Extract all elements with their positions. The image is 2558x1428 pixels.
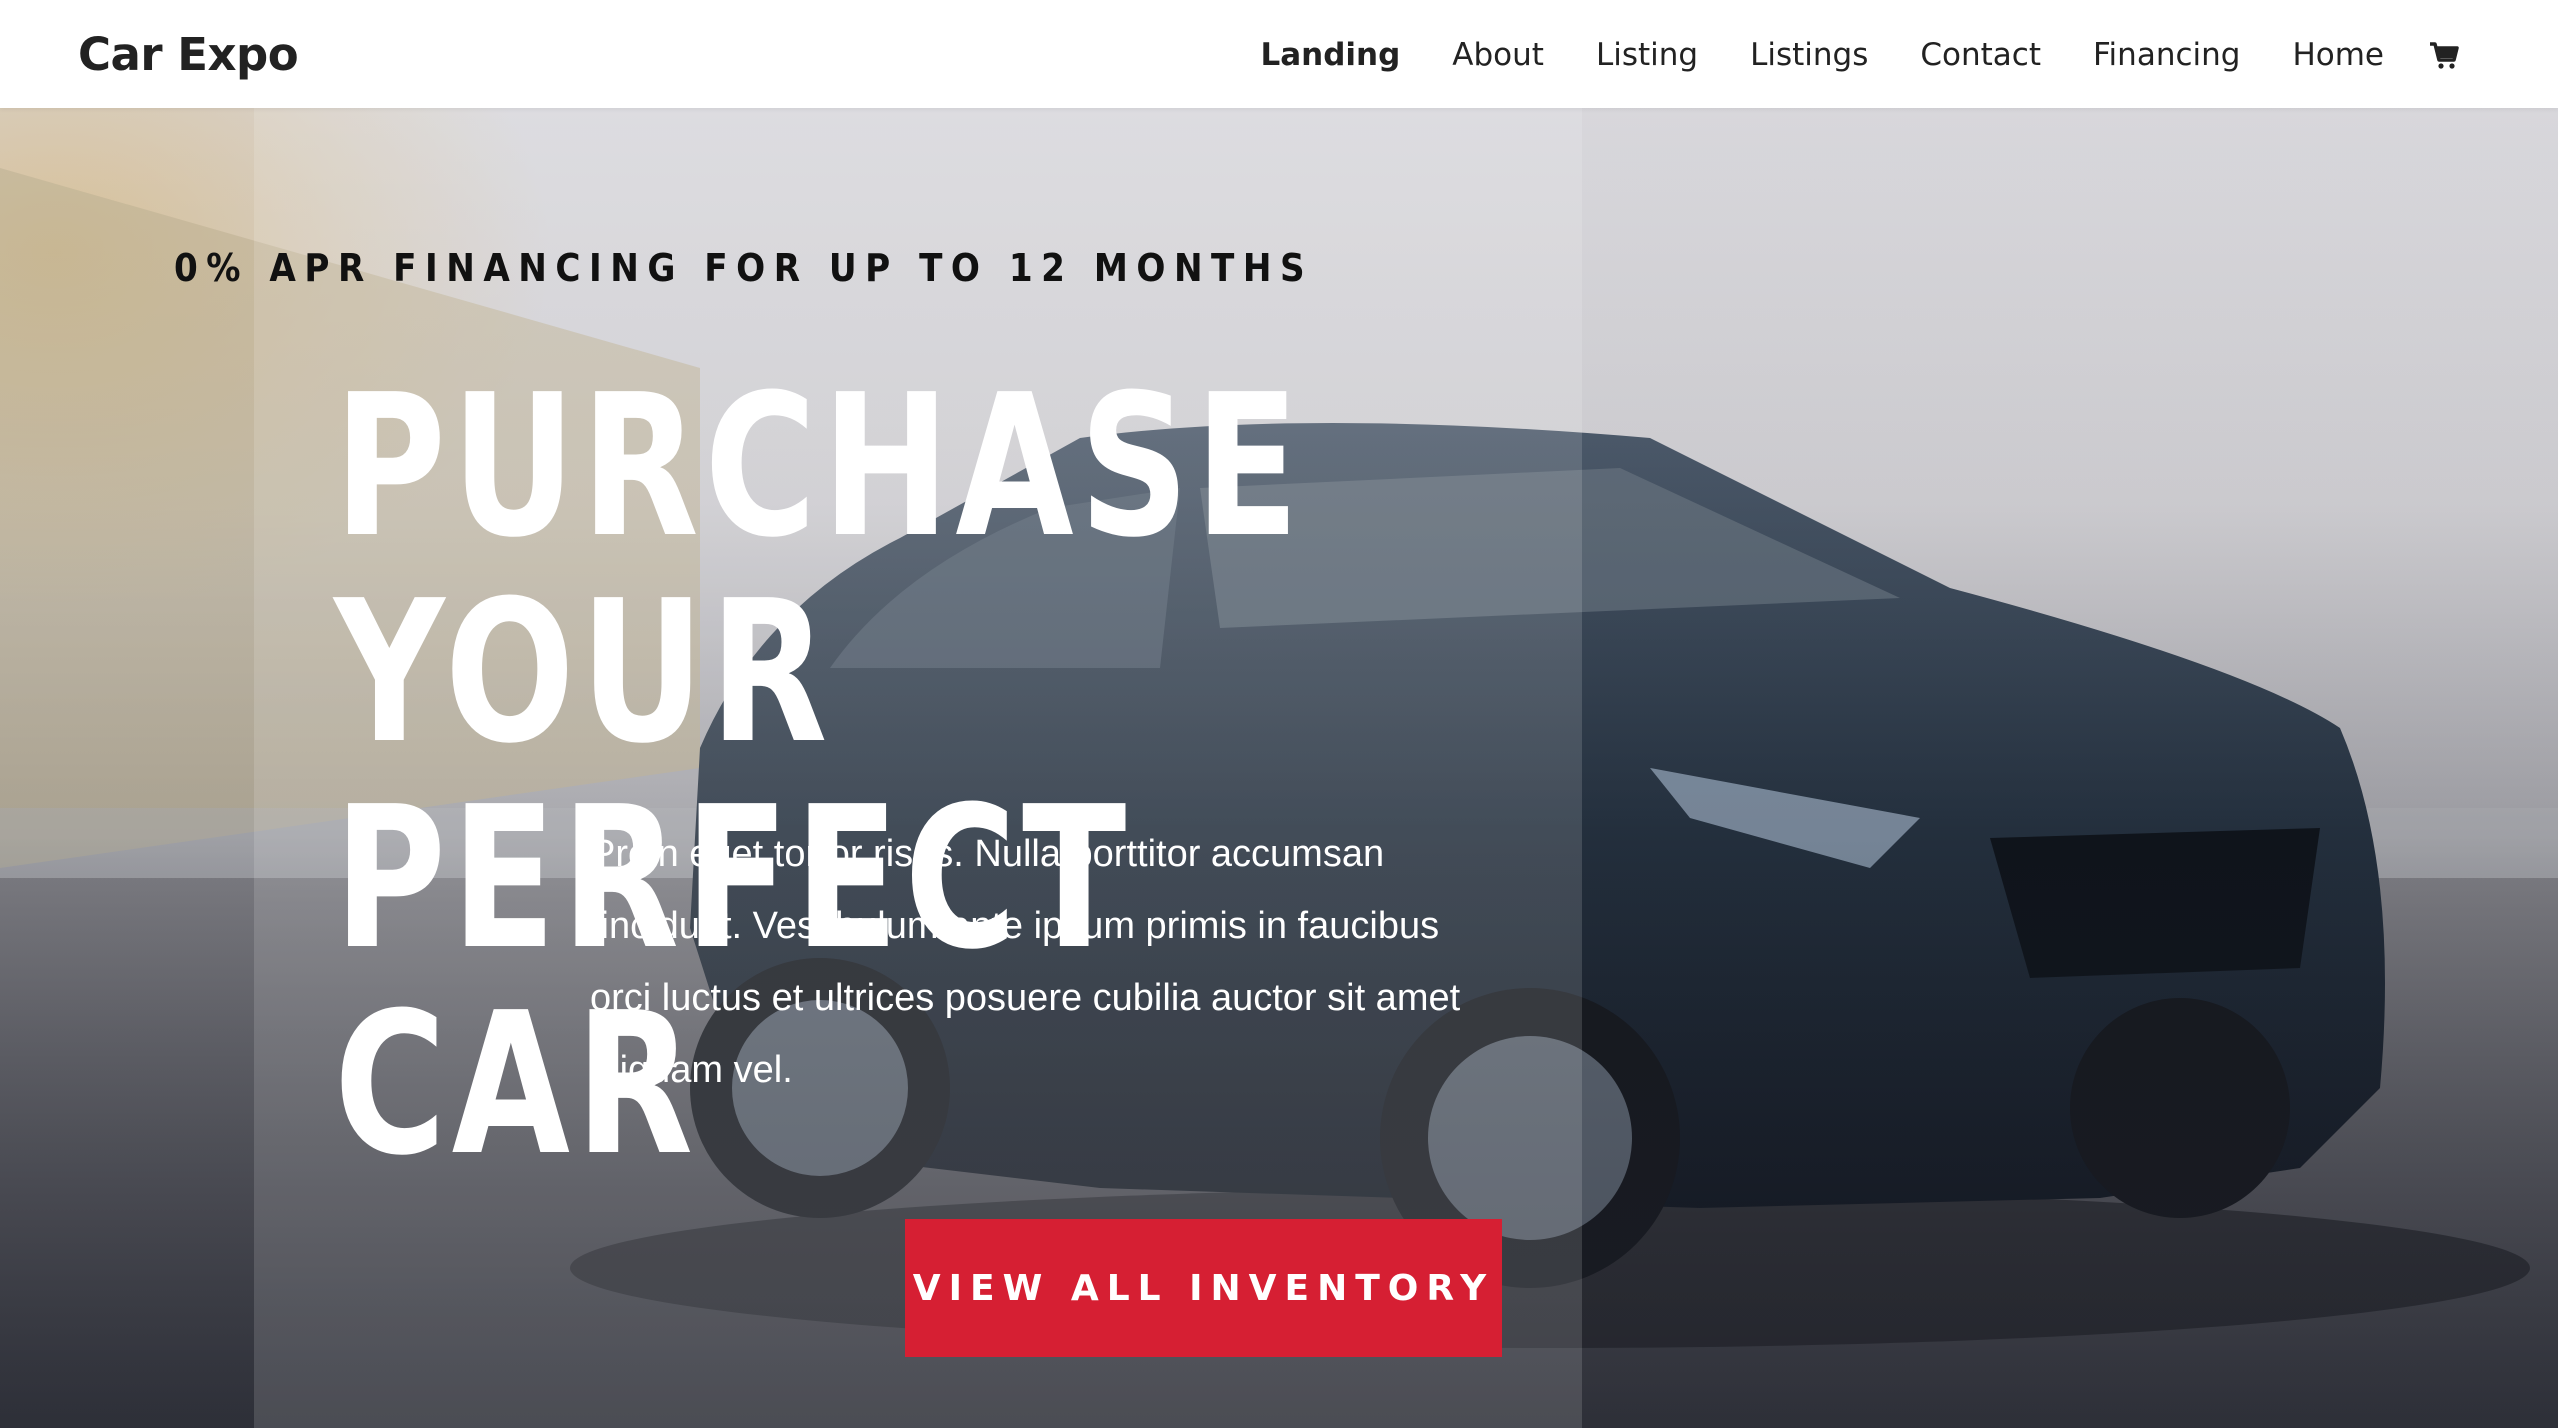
- nav-item-home[interactable]: Home: [2292, 31, 2384, 79]
- nav-item-landing[interactable]: Landing: [1260, 31, 1400, 79]
- hero-headline-line1: PURCHASE YOUR: [334, 353, 1305, 787]
- hero-description-line2: tincidunt. Vestibulum ante ipsum primis …: [590, 905, 1440, 947]
- hero-description-line4: aliquam vel.: [590, 1049, 793, 1091]
- hero-section: 0% APR FINANCING FOR UP TO 12 MONTHS PUR…: [0, 108, 2558, 1428]
- hero-description-line1: Proin eget tortor risus. Nulla porttitor…: [590, 833, 1385, 875]
- site-header: Car Expo Landing About Listing Listings …: [0, 0, 2558, 108]
- financing-eyebrow: 0% APR FINANCING FOR UP TO 12 MONTHS: [174, 246, 1314, 290]
- hero-description-line3: orci luctus et ultrices posuere cubilia …: [590, 977, 1461, 1019]
- site-logo[interactable]: Car Expo: [78, 28, 299, 81]
- shopping-cart-icon[interactable]: [2428, 39, 2460, 71]
- view-inventory-button[interactable]: VIEW ALL INVENTORY: [905, 1219, 1502, 1357]
- nav-item-financing[interactable]: Financing: [2093, 31, 2240, 79]
- nav-item-about[interactable]: About: [1452, 31, 1544, 79]
- hero-description: Proin eget tortor risus. Nulla porttitor…: [590, 818, 1520, 1106]
- main-nav: Landing About Listing Listings Contact F…: [1208, 30, 2460, 80]
- nav-item-contact[interactable]: Contact: [1920, 31, 2041, 79]
- nav-item-listing[interactable]: Listing: [1596, 31, 1698, 79]
- nav-item-listings[interactable]: Listings: [1750, 31, 1868, 79]
